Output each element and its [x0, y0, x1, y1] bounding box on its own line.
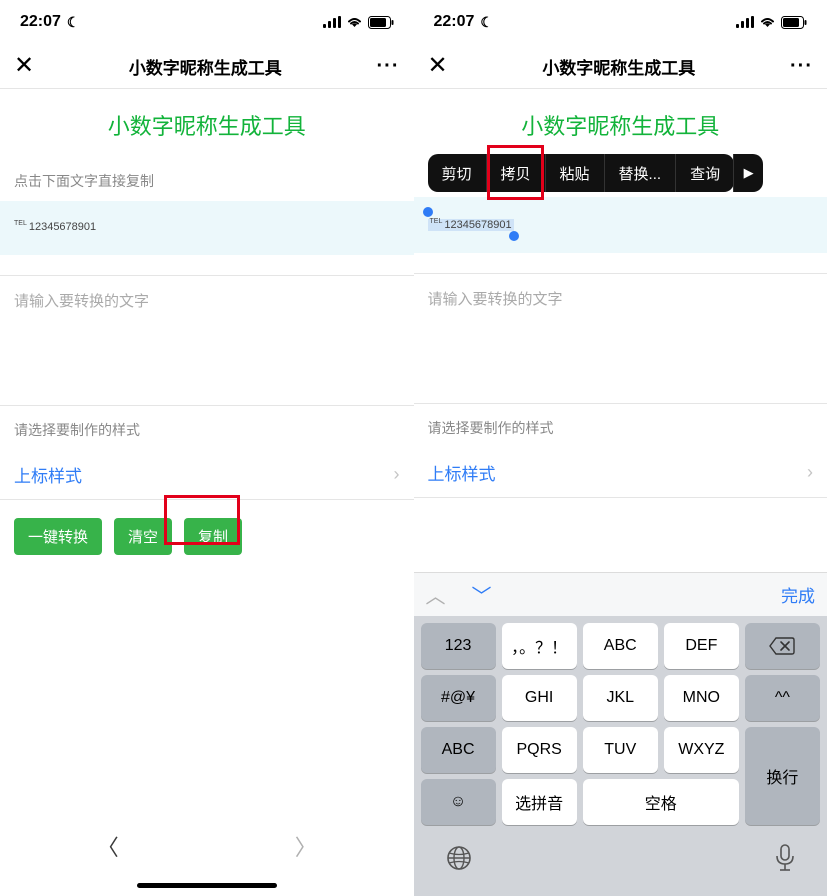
kb-prev-icon[interactable]: ︿ [426, 580, 446, 609]
wifi-icon [759, 16, 776, 28]
selection-handle-end[interactable] [509, 231, 519, 241]
style-value: 上标样式 [14, 462, 82, 487]
output-digits: 12345678901 [29, 221, 96, 233]
menu-copy[interactable]: 拷贝 [487, 154, 546, 192]
nav-bar: ✕ 小数字昵称生成工具 ··· [414, 44, 827, 88]
nav-bar: ✕ 小数字昵称生成工具 ··· [0, 44, 414, 88]
key-pqrs[interactable]: PQRS [502, 727, 577, 773]
style-select-row[interactable]: 上标样式 › [414, 448, 827, 497]
more-icon[interactable]: ··· [377, 55, 400, 78]
key-space[interactable]: 空格 [583, 779, 739, 825]
key-ghi[interactable]: GHI [502, 675, 577, 721]
output-text: TEL12345678901 [14, 221, 96, 233]
tap-to-copy-label: 点击下面文字直接复制 [0, 157, 414, 201]
menu-more-arrow-icon[interactable]: ▶ [733, 154, 763, 192]
kb-done-button[interactable]: 完成 [781, 582, 815, 607]
output-digits: 12345678901 [444, 219, 511, 231]
copy-button[interactable]: 复制 [184, 518, 242, 555]
output-area[interactable]: TEL12345678901 [0, 201, 414, 255]
output-area[interactable]: TEL12345678901 [414, 197, 827, 253]
menu-paste[interactable]: 粘贴 [546, 154, 605, 192]
battery-icon [781, 16, 807, 29]
cellular-icon [323, 16, 341, 28]
status-bar: 22:07 ☾ [0, 0, 414, 44]
convert-button[interactable]: 一键转换 [14, 518, 102, 555]
output-prefix: TEL [430, 218, 443, 225]
style-select-row[interactable]: 上标样式 › [0, 450, 414, 499]
menu-lookup[interactable]: 查询 [676, 154, 734, 192]
key-pinyin[interactable]: 选拼音 [502, 779, 577, 825]
style-section-label: 请选择要制作的样式 [414, 404, 827, 448]
key-tuv[interactable]: TUV [583, 727, 658, 773]
status-time: 22:07 [434, 13, 475, 31]
key-wxyz[interactable]: WXYZ [664, 727, 739, 773]
key-emoji-icon[interactable]: ☺ [421, 779, 496, 825]
key-def[interactable]: DEF [664, 623, 739, 669]
style-value: 上标样式 [428, 460, 496, 485]
key-123[interactable]: 123 [421, 623, 496, 669]
key-enter[interactable]: 换行 [745, 727, 820, 825]
moon-icon: ☾ [480, 14, 493, 31]
home-indicator [137, 883, 277, 888]
key-abc-mode[interactable]: ABC [421, 727, 496, 773]
moon-icon: ☾ [67, 14, 80, 31]
key-caret[interactable]: ^^ [745, 675, 820, 721]
key-mno[interactable]: MNO [664, 675, 739, 721]
globe-icon[interactable] [446, 845, 472, 877]
convert-input[interactable]: 请输入要转换的文字 [0, 276, 414, 325]
key-jkl[interactable]: JKL [583, 675, 658, 721]
nav-title: 小数字昵称生成工具 [542, 54, 695, 79]
output-prefix: TEL [14, 220, 27, 227]
convert-input[interactable]: 请输入要转换的文字 [414, 274, 827, 323]
kb-next-icon[interactable]: ﹀ [472, 580, 492, 609]
mic-icon[interactable] [775, 844, 795, 878]
battery-icon [368, 16, 394, 29]
browser-bottom-nav: 〈 〉 [0, 816, 414, 896]
key-punct[interactable]: ，。？！ [502, 623, 577, 669]
selection-handle-start[interactable] [423, 207, 433, 217]
more-icon[interactable]: ··· [790, 55, 813, 78]
wifi-icon [346, 16, 363, 28]
left-screenshot: 22:07 ☾ ✕ 小数字昵称生成工具 ··· 小数字昵称生成工具 点击下面文字… [0, 0, 414, 896]
right-screenshot: 22:07 ☾ ✕ 小数字昵称生成工具 ··· 小数字昵称生成工具 剪切 拷贝 … [414, 0, 827, 896]
keyboard-toolbar: ︿ ﹀ 完成 [414, 572, 827, 616]
status-time: 22:07 [20, 13, 61, 31]
menu-cut[interactable]: 剪切 [428, 154, 487, 192]
key-abc[interactable]: ABC [583, 623, 658, 669]
keyboard: ︿ ﹀ 完成 123 ，。？！ ABC DEF #@¥ GHI JKL MNO … [414, 572, 827, 896]
chevron-right-icon: › [394, 464, 400, 485]
style-section-label: 请选择要制作的样式 [0, 406, 414, 450]
key-backspace-icon[interactable] [745, 623, 820, 669]
close-icon[interactable]: ✕ [428, 54, 448, 78]
cellular-icon [736, 16, 754, 28]
chevron-right-icon: › [807, 462, 813, 483]
key-symbols[interactable]: #@¥ [421, 675, 496, 721]
app-title: 小数字昵称生成工具 [0, 89, 414, 157]
status-bar: 22:07 ☾ [414, 0, 827, 44]
text-context-menu: 剪切 拷贝 粘贴 替换... 查询 ▶ [428, 154, 764, 192]
clear-button[interactable]: 清空 [114, 518, 172, 555]
text-selection[interactable]: TEL12345678901 [428, 215, 514, 233]
close-icon[interactable]: ✕ [14, 54, 34, 78]
app-title: 小数字昵称生成工具 [414, 89, 827, 157]
menu-replace[interactable]: 替换... [605, 154, 677, 192]
action-buttons: 一键转换 清空 复制 [0, 500, 414, 573]
forward-icon[interactable]: 〉 [295, 830, 317, 862]
nav-title: 小数字昵称生成工具 [129, 54, 282, 79]
back-icon[interactable]: 〈 [97, 830, 119, 862]
